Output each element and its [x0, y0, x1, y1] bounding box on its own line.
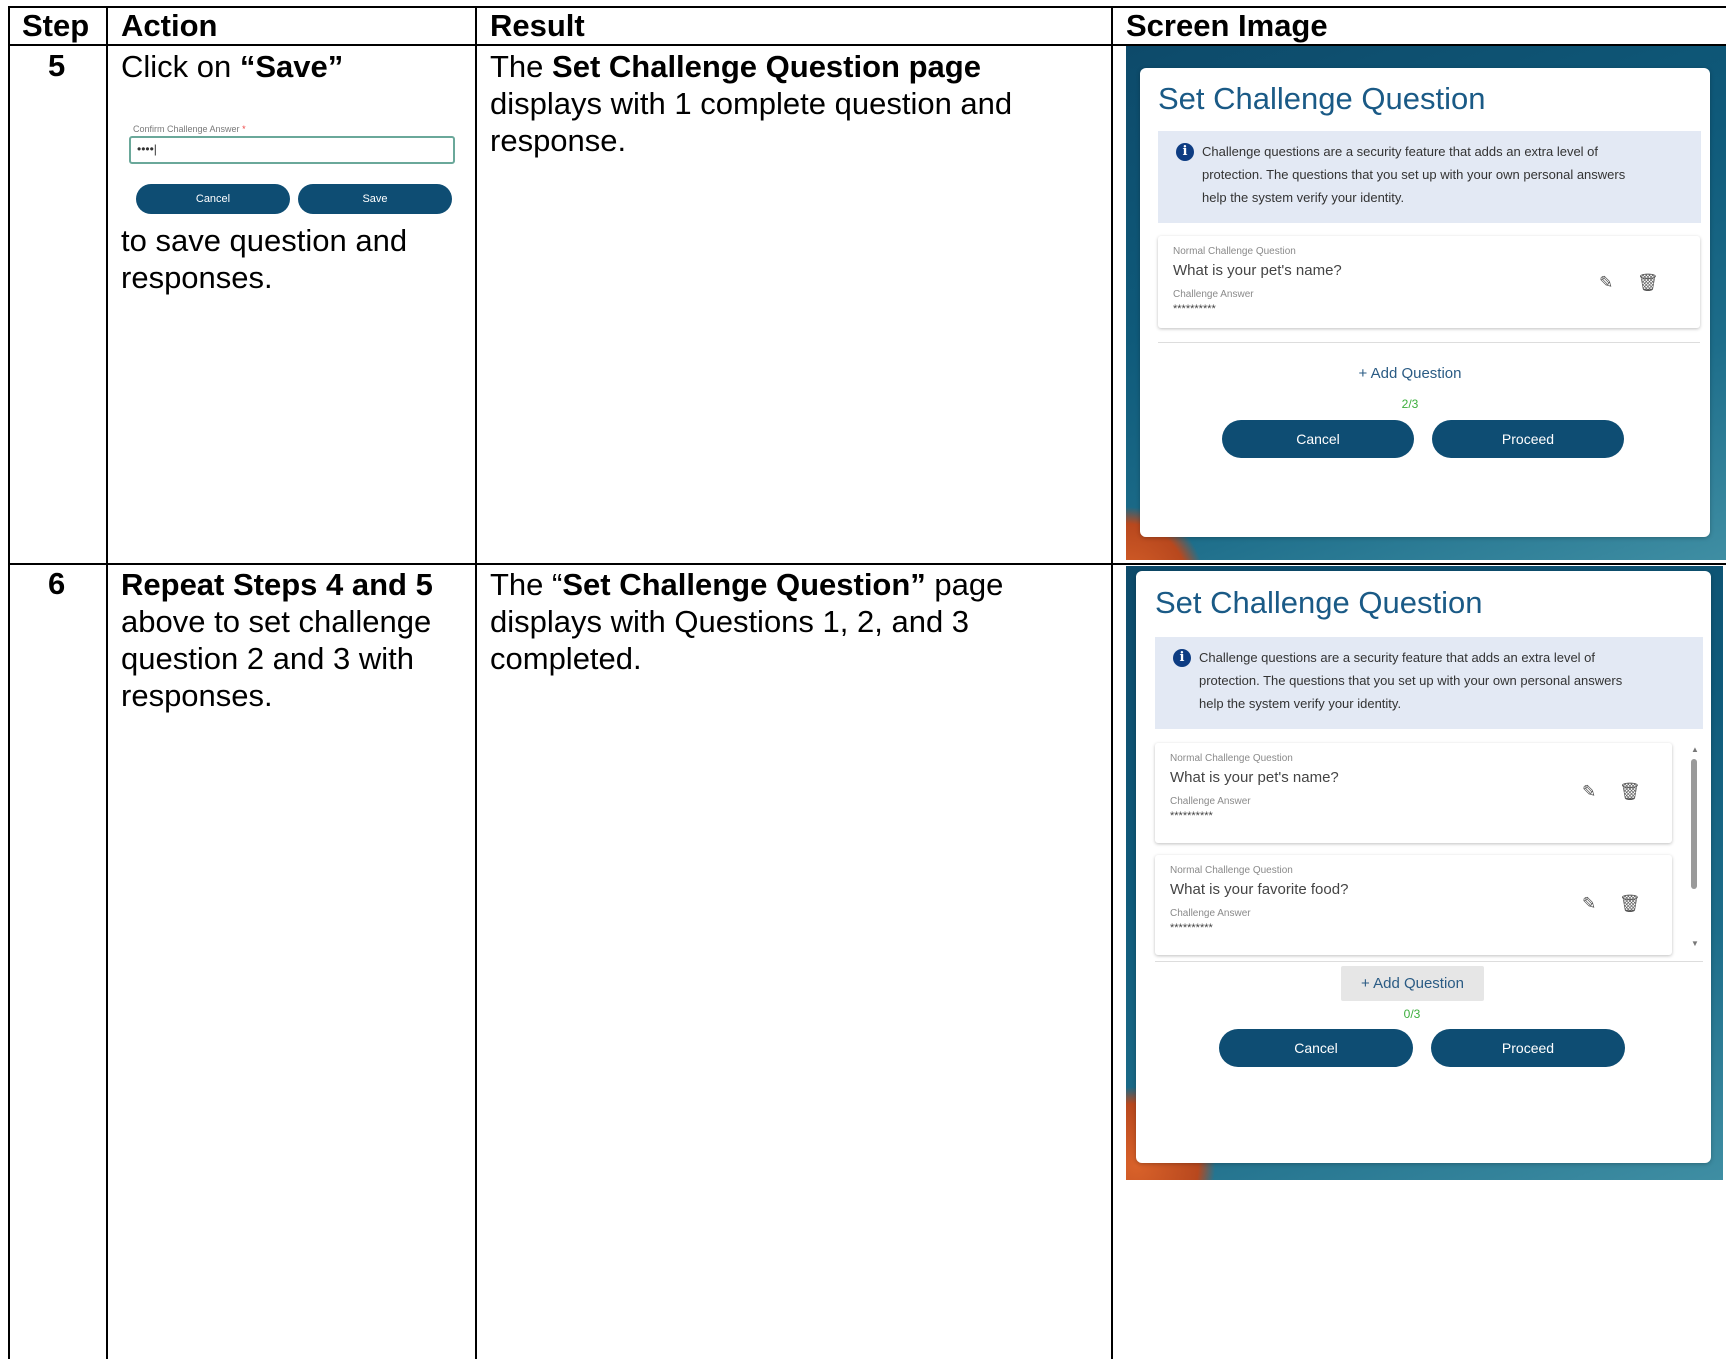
answer-masked: **********: [1173, 303, 1216, 315]
cancel-button[interactable]: Cancel: [1219, 1029, 1413, 1067]
column-divider-result: [1111, 6, 1113, 1359]
scroll-down-arrow-icon[interactable]: ▼: [1691, 939, 1699, 948]
column-divider-action: [475, 6, 477, 1359]
step-number: 5: [48, 48, 66, 83]
table-left-border: [8, 6, 10, 1359]
card-title: Set Challenge Question: [1155, 585, 1483, 620]
screen-image-step-5: Set Challenge Question i Challenge quest…: [1126, 46, 1726, 560]
mini-cancel-button[interactable]: Cancel: [136, 184, 290, 214]
info-text: Challenge questions are a security featu…: [1199, 650, 1623, 711]
required-mark: *: [242, 124, 246, 134]
question-text: What is your pet's name?: [1173, 262, 1342, 279]
info-circle-icon: i: [1176, 143, 1194, 161]
question-type-label: Normal Challenge Question: [1170, 753, 1293, 764]
progress-counter: 2/3: [1401, 397, 1419, 411]
action-prefix: Click on: [121, 49, 240, 84]
action-text: Repeat Steps 4 and 5 above to set challe…: [121, 567, 433, 713]
answer-masked: **********: [1170, 922, 1213, 934]
question-type-label: Normal Challenge Question: [1173, 246, 1296, 257]
question-card: Normal Challenge Question What is your f…: [1155, 855, 1672, 955]
header-action: Action: [121, 8, 218, 43]
proceed-button[interactable]: Proceed: [1432, 420, 1624, 458]
add-question-button[interactable]: + Add Question: [1341, 966, 1484, 1001]
info-box: i Challenge questions are a security fea…: [1158, 131, 1701, 223]
question-text: What is your pet's name?: [1170, 769, 1339, 786]
progress-counter: 0/3: [1403, 1007, 1421, 1021]
proceed-button[interactable]: Proceed: [1431, 1029, 1625, 1067]
step-number: 6: [48, 566, 66, 601]
challenge-card: Set Challenge Question i Challenge quest…: [1140, 68, 1710, 537]
scrollbar-thumb[interactable]: [1691, 759, 1697, 889]
card-title: Set Challenge Question: [1158, 81, 1486, 116]
question-type-label: Normal Challenge Question: [1170, 865, 1293, 876]
add-question-button[interactable]: + Add Question: [1345, 362, 1475, 386]
info-box: i Challenge questions are a security fea…: [1155, 637, 1703, 729]
scroll-up-arrow-icon[interactable]: ▲: [1691, 745, 1699, 754]
cancel-button[interactable]: Cancel: [1222, 420, 1414, 458]
question-card: Normal Challenge Question What is your p…: [1155, 743, 1672, 843]
trash-icon[interactable]: 🗑: [1637, 273, 1659, 293]
row-divider: [8, 563, 1726, 565]
pencil-icon[interactable]: ✎: [1582, 894, 1596, 914]
action-bold: “Save”: [239, 49, 344, 84]
trash-icon[interactable]: 🗑: [1619, 894, 1641, 914]
action-text: Click on “Save”: [121, 48, 466, 85]
trash-icon[interactable]: 🗑: [1619, 782, 1641, 802]
header-step: Step: [22, 8, 90, 43]
info-circle-icon: i: [1173, 649, 1191, 667]
answer-label: Challenge Answer: [1170, 796, 1251, 807]
action-suffix: to save question and responses.: [121, 223, 408, 295]
challenge-card: Set Challenge Question i Challenge quest…: [1136, 571, 1711, 1163]
answer-label: Challenge Answer: [1173, 289, 1254, 300]
answer-label: Challenge Answer: [1170, 908, 1251, 919]
answer-masked: **********: [1170, 810, 1213, 822]
result-text: The “Set Challenge Question” page displa…: [490, 567, 1004, 676]
confirm-answer-label: Confirm Challenge Answer *: [133, 124, 246, 134]
mini-save-button[interactable]: Save: [298, 184, 452, 214]
pencil-icon[interactable]: ✎: [1582, 782, 1596, 802]
result-text: The Set Challenge Question page displays…: [490, 49, 1013, 158]
header-result: Result: [490, 8, 585, 43]
table-top-border: [8, 6, 1726, 8]
info-text: Challenge questions are a security featu…: [1202, 144, 1626, 205]
confirm-answer-input[interactable]: ••••|: [129, 136, 455, 164]
question-card: Normal Challenge Question What is your p…: [1158, 236, 1700, 328]
column-divider-step: [106, 6, 108, 1359]
question-text: What is your favorite food?: [1170, 881, 1349, 898]
divider: [1158, 342, 1700, 343]
pencil-icon[interactable]: ✎: [1599, 273, 1613, 293]
screen-image-step-6: Set Challenge Question i Challenge quest…: [1126, 566, 1723, 1180]
header-screen-image: Screen Image: [1126, 8, 1328, 43]
divider: [1155, 961, 1703, 962]
